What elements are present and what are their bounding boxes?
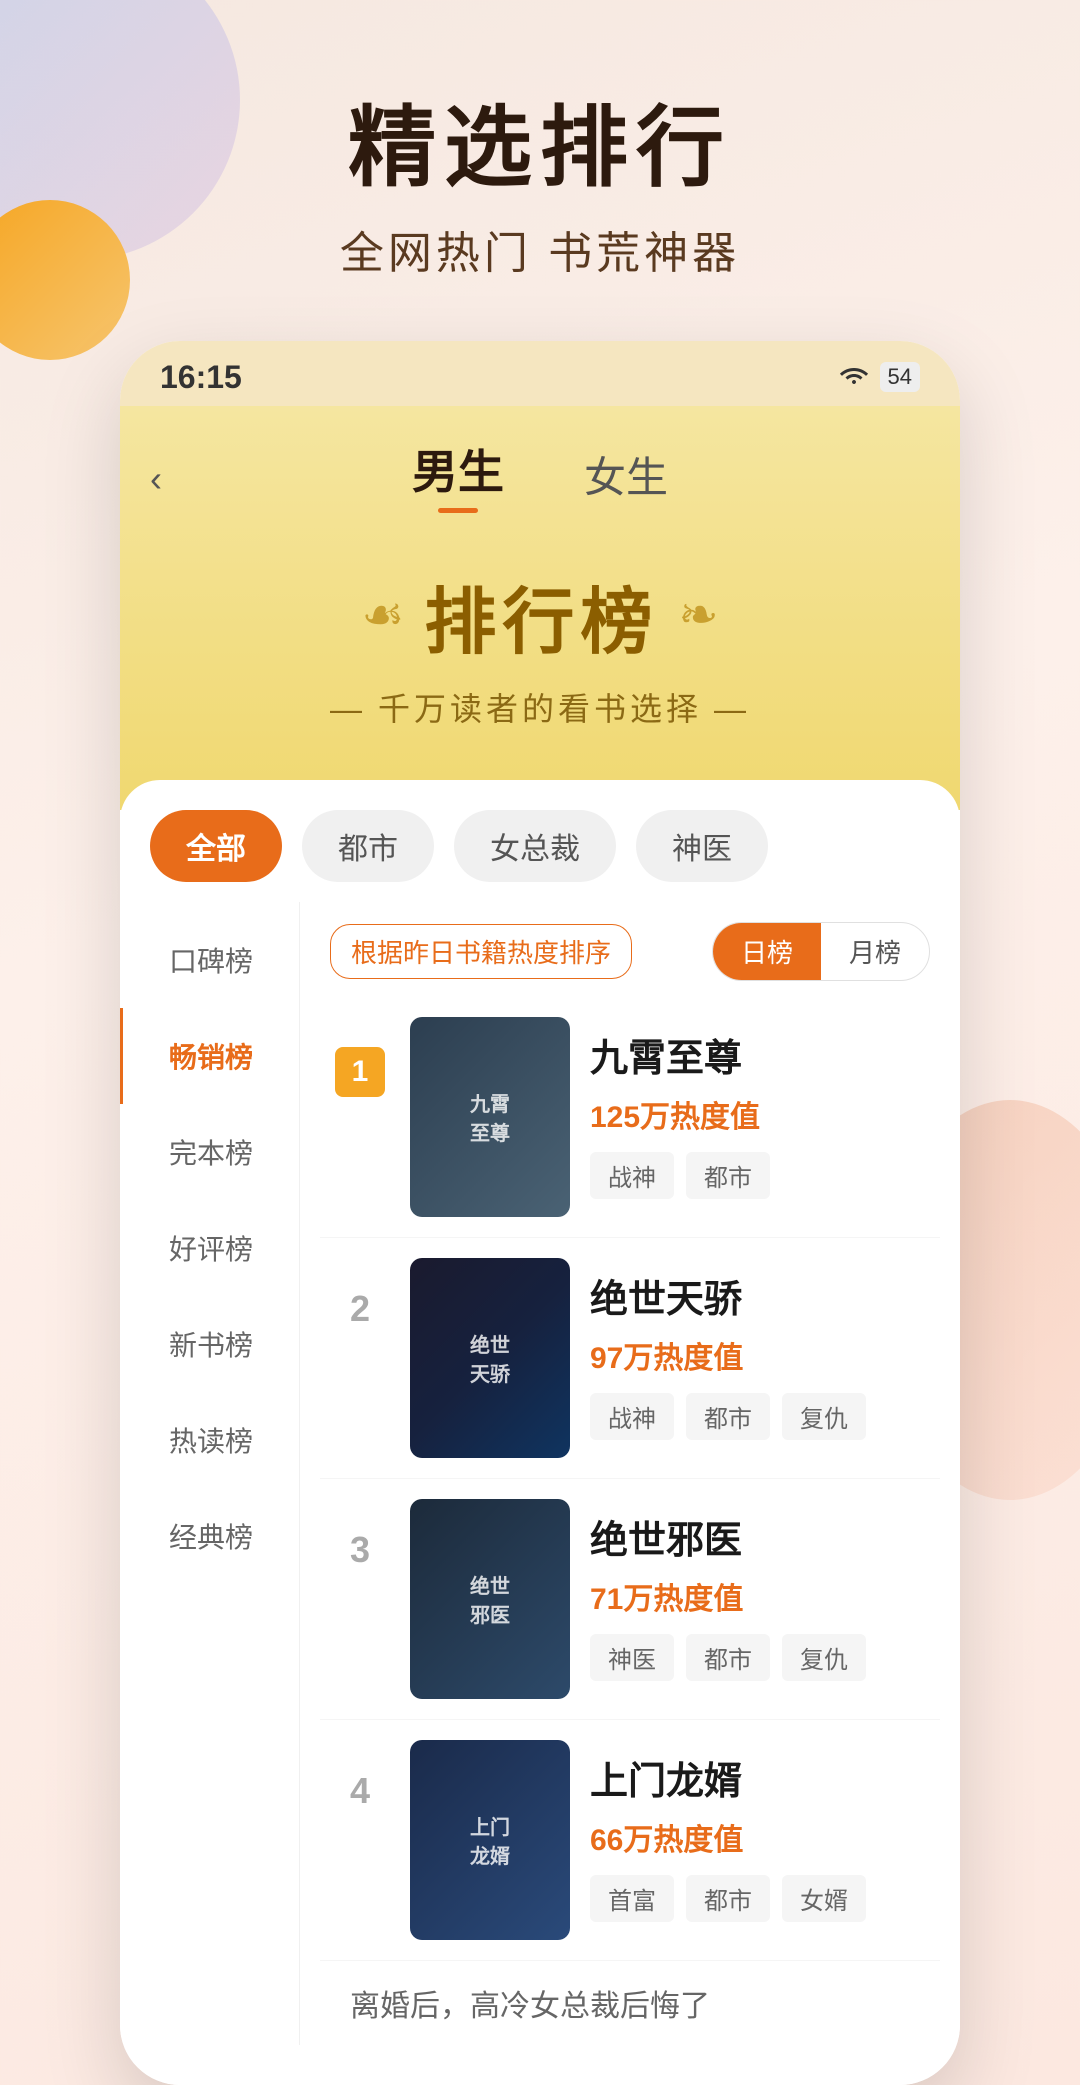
ranking-title-row: ☙ 排行榜 ❧ — [140, 563, 940, 668]
wifi-icon — [838, 362, 870, 393]
leaf-left-icon: ☙ — [361, 587, 404, 643]
period-tab-daily[interactable]: 日榜 — [713, 923, 821, 980]
rank-number-3: 3 — [330, 1529, 390, 1571]
book-title-3: 绝世邪医 — [590, 1509, 930, 1564]
book-tags-3: 神医 都市 复仇 — [590, 1634, 930, 1681]
rank-number-1: 1 — [335, 1047, 385, 1097]
book-heat-2: 97万热度值 — [590, 1333, 930, 1377]
period-tab-monthly[interactable]: 月榜 — [821, 923, 929, 980]
rank-number-4: 4 — [330, 1770, 390, 1812]
book-info-1: 九霄至尊 125万热度值 战神 都市 — [590, 1017, 930, 1199]
book-info-2: 绝世天骄 97万热度值 战神 都市 复仇 — [590, 1258, 930, 1440]
filter-all[interactable]: 全部 — [150, 810, 282, 882]
bottom-teaser: 离婚后，高冷女总裁后悔了 — [320, 1961, 940, 2045]
filter-row: 全部 都市 女总裁 神医 — [120, 780, 960, 902]
book-heat-4: 66万热度值 — [590, 1815, 930, 1859]
book-cover-2: 绝世天骄 — [410, 1258, 570, 1458]
content-area: 全部 都市 女总裁 神医 口碑榜 畅销榜 完本榜 好评榜 新书榜 热读榜 经典榜… — [120, 780, 960, 2085]
tab-underline — [438, 508, 478, 513]
book-tag[interactable]: 都市 — [686, 1875, 770, 1922]
book-cover-img-1: 九霄至尊 — [410, 1017, 570, 1217]
book-cover-3: 绝世邪医 — [410, 1499, 570, 1699]
sort-info-text: 根据昨日书籍热度排序 — [330, 924, 632, 979]
leaf-right-icon: ❧ — [678, 587, 718, 643]
status-time: 16:15 — [160, 359, 242, 396]
status-icons: 54 — [838, 362, 920, 393]
book-tag[interactable]: 复仇 — [782, 1634, 866, 1681]
table-row[interactable]: 4 上门龙婿 上门龙婿 66万热度值 首富 都市 女婿 — [320, 1720, 940, 1961]
filter-city[interactable]: 都市 — [302, 810, 434, 882]
book-heat-3: 71万热度值 — [590, 1574, 930, 1618]
book-title-1: 九霄至尊 — [590, 1027, 930, 1082]
page-title: 精选排行 — [0, 100, 1080, 197]
phone-mockup: 16:15 54 ‹ 男生 女生 — [120, 341, 960, 2085]
battery-icon: 54 — [880, 362, 920, 392]
main-layout: 口碑榜 畅销榜 完本榜 好评榜 新书榜 热读榜 经典榜 根据昨日书籍热度排序 日… — [120, 902, 960, 2045]
book-cover-img-4: 上门龙婿 — [410, 1740, 570, 1940]
book-cover-1: 九霄至尊 — [410, 1017, 570, 1217]
book-tag[interactable]: 战神 — [590, 1152, 674, 1199]
sidebar-item-classic[interactable]: 经典榜 — [120, 1488, 299, 1584]
period-tabs: 日榜 月榜 — [712, 922, 930, 981]
book-title-4: 上门龙婿 — [590, 1750, 930, 1805]
ranking-banner-content: ☙ 排行榜 ❧ 千万读者的看书选择 — [120, 533, 960, 750]
book-tags-4: 首富 都市 女婿 — [590, 1875, 930, 1922]
rank-badge-2: 2 — [330, 1258, 390, 1330]
page-header: 精选排行 全网热门 书荒神器 — [0, 0, 1080, 341]
book-tag[interactable]: 神医 — [590, 1634, 674, 1681]
back-button[interactable]: ‹ — [150, 458, 162, 500]
sidebar-item-rated[interactable]: 好评榜 — [120, 1200, 299, 1296]
tab-female[interactable]: 女生 — [584, 444, 668, 505]
rank-number-2: 2 — [330, 1288, 390, 1330]
book-info-3: 绝世邪医 71万热度值 神医 都市 复仇 — [590, 1499, 930, 1681]
nav-tabs: ‹ 男生 女生 — [120, 426, 960, 533]
book-title-2: 绝世天骄 — [590, 1268, 930, 1323]
page-subtitle: 全网热门 书荒神器 — [0, 217, 1080, 281]
book-tag[interactable]: 首富 — [590, 1875, 674, 1922]
sidebar-item-bestseller[interactable]: 畅销榜 — [120, 1008, 299, 1104]
sidebar: 口碑榜 畅销榜 完本榜 好评榜 新书榜 热读榜 经典榜 — [120, 902, 300, 2045]
table-row[interactable]: 2 绝世天骄 绝世天骄 97万热度值 战神 都市 复仇 — [320, 1238, 940, 1479]
sidebar-item-new[interactable]: 新书榜 — [120, 1296, 299, 1392]
book-tag[interactable]: 女婿 — [782, 1875, 866, 1922]
book-tag[interactable]: 战神 — [590, 1393, 674, 1440]
banner-yellow: ‹ 男生 女生 ☙ 排行榜 ❧ 千万读者的看书选择 — [120, 406, 960, 810]
ranking-title-text: 排行榜 — [424, 563, 658, 668]
book-tags-2: 战神 都市 复仇 — [590, 1393, 930, 1440]
status-bar: 16:15 54 — [120, 341, 960, 406]
book-cover-img-3: 绝世邪医 — [410, 1499, 570, 1699]
book-info-4: 上门龙婿 66万热度值 首富 都市 女婿 — [590, 1740, 930, 1922]
book-heat-1: 125万热度值 — [590, 1092, 930, 1136]
rank-list: 根据昨日书籍热度排序 日榜 月榜 1 九霄至尊 九霄至尊 — [300, 902, 960, 2045]
book-tags-1: 战神 都市 — [590, 1152, 930, 1199]
book-tag[interactable]: 都市 — [686, 1393, 770, 1440]
rank-badge-1: 1 — [330, 1017, 390, 1097]
sidebar-item-reputation[interactable]: 口碑榜 — [120, 912, 299, 1008]
tab-male[interactable]: 男生 — [412, 436, 504, 513]
table-row[interactable]: 1 九霄至尊 九霄至尊 125万热度值 战神 都市 — [320, 997, 940, 1238]
book-tag[interactable]: 都市 — [686, 1152, 770, 1199]
table-row[interactable]: 3 绝世邪医 绝世邪医 71万热度值 神医 都市 复仇 — [320, 1479, 940, 1720]
ranking-subtitle: 千万读者的看书选择 — [140, 684, 940, 730]
filter-divine-doctor[interactable]: 神医 — [636, 810, 768, 882]
sort-info-row: 根据昨日书籍热度排序 日榜 月榜 — [320, 902, 940, 997]
rank-badge-4: 4 — [330, 1740, 390, 1812]
book-tag[interactable]: 都市 — [686, 1634, 770, 1681]
filter-female-ceo[interactable]: 女总裁 — [454, 810, 616, 882]
sidebar-item-hotread[interactable]: 热读榜 — [120, 1392, 299, 1488]
sidebar-item-complete[interactable]: 完本榜 — [120, 1104, 299, 1200]
book-cover-img-2: 绝世天骄 — [410, 1258, 570, 1458]
rank-badge-3: 3 — [330, 1499, 390, 1571]
book-cover-4: 上门龙婿 — [410, 1740, 570, 1940]
book-tag[interactable]: 复仇 — [782, 1393, 866, 1440]
